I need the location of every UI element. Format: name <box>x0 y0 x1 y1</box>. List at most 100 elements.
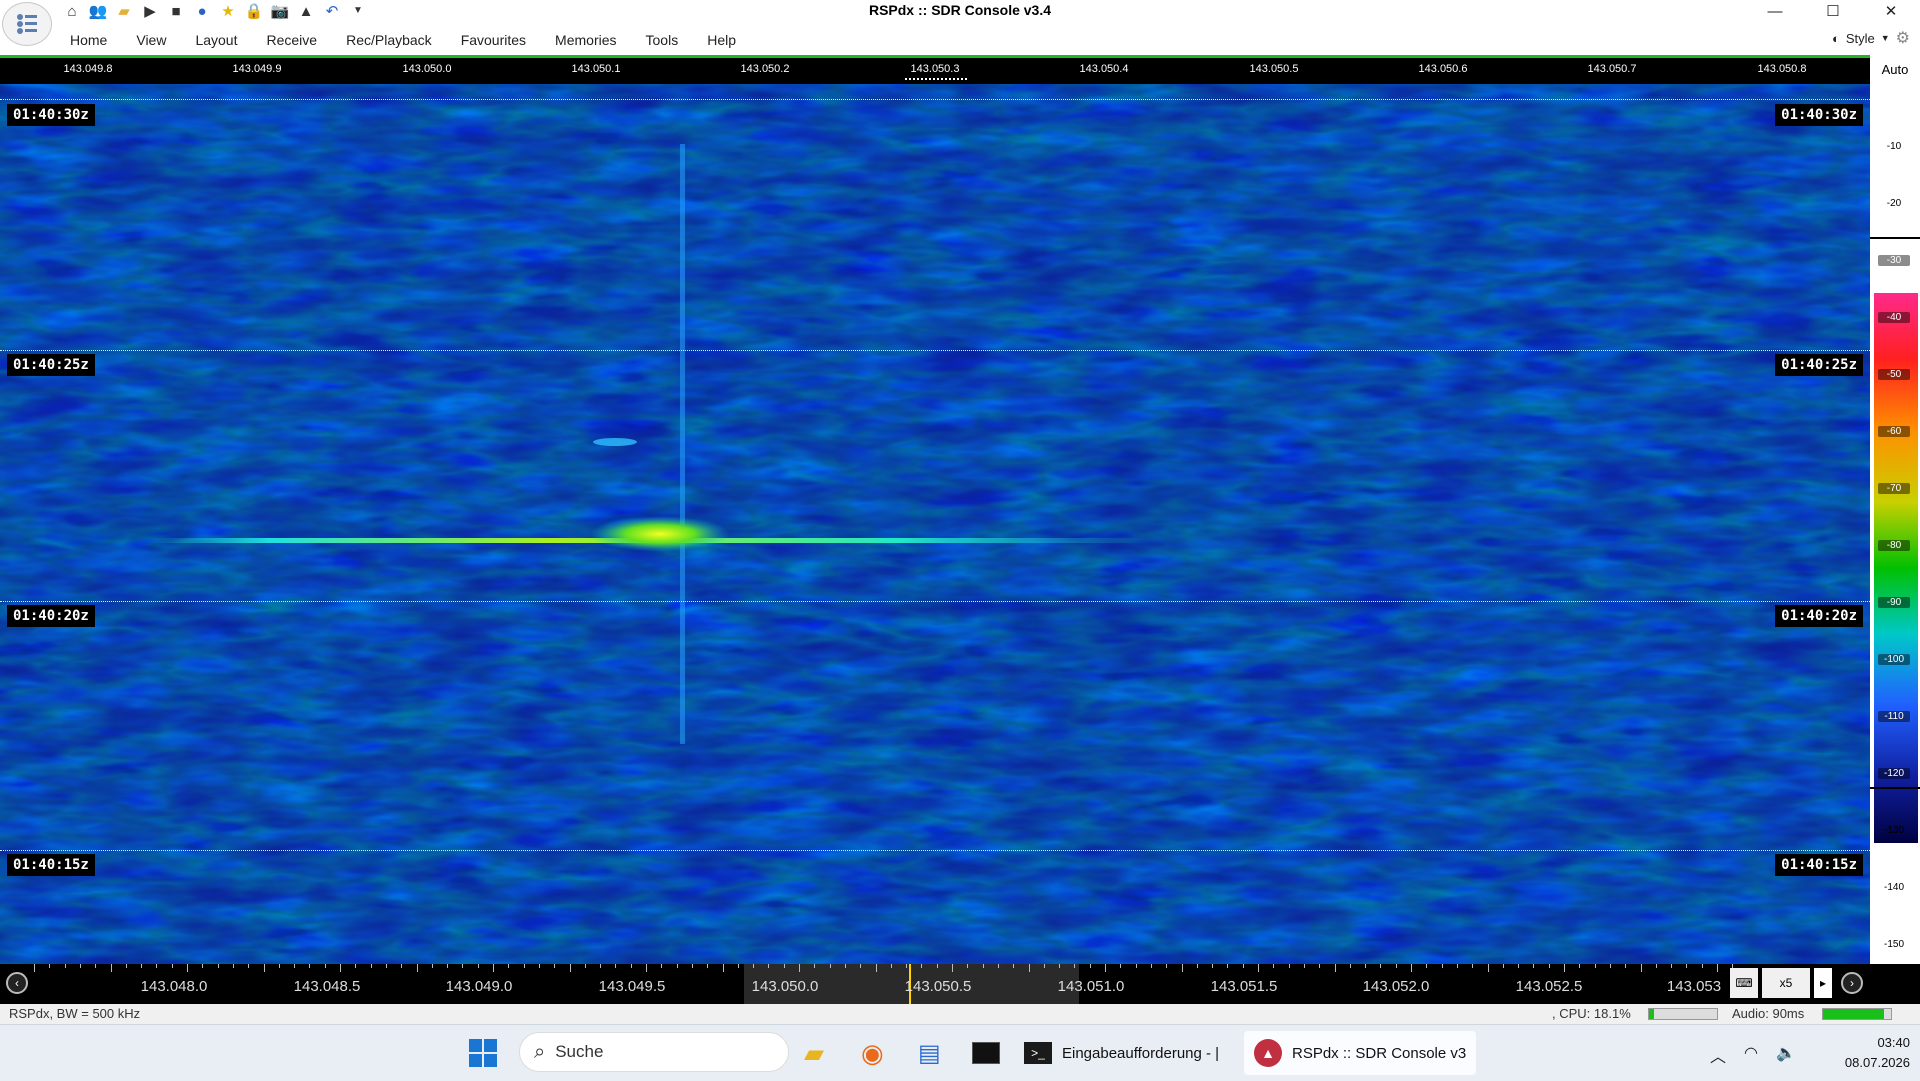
top-freq-tick: 143.050.8 <box>1757 63 1807 75</box>
application-menu-button[interactable] <box>2 2 52 46</box>
axis-tick <box>1487 964 1489 972</box>
axis-tick <box>477 964 479 968</box>
axis-tick <box>1166 964 1168 968</box>
taskbar-app-cmd[interactable]: >_ Eingabeaufforderung - | <box>1024 1031 1219 1075</box>
waterfall-spectrogram <box>0 84 1870 964</box>
axis-tick <box>952 964 953 972</box>
axis-tick <box>1074 964 1076 968</box>
db-label: -130 <box>1883 825 1904 836</box>
level-max-marker[interactable] <box>1870 237 1920 239</box>
axis-freq-label: 143.052.5 <box>1515 978 1583 995</box>
top-freq-tick: 143.050.6 <box>1418 63 1468 75</box>
axis-freq-label: 143.049.0 <box>445 978 513 995</box>
menu-memories[interactable]: Memories <box>555 32 616 48</box>
menu-receive[interactable]: Receive <box>267 32 318 48</box>
axis-tick <box>1564 964 1565 972</box>
axis-tick <box>1349 964 1351 968</box>
zoom-arrow-icon[interactable]: ▸ <box>1814 968 1832 998</box>
axis-tick <box>768 964 770 968</box>
minimize-icon[interactable]: — <box>1746 0 1804 22</box>
menu-view[interactable]: View <box>136 32 166 48</box>
axis-tick <box>630 964 632 968</box>
close-icon[interactable]: ✕ <box>1862 0 1920 22</box>
axis-tick <box>538 964 540 968</box>
menu-help[interactable]: Help <box>707 32 736 48</box>
frequency-axis-track[interactable]: 143.048.0 143.048.5 143.049.0 143.049.5 … <box>34 964 1734 1004</box>
scroll-left-icon[interactable]: ‹ <box>6 972 28 994</box>
axis-tick <box>462 964 464 968</box>
terminal-icon[interactable] <box>972 1032 1000 1074</box>
axis-tick <box>584 964 586 968</box>
db-label: -50 <box>1878 369 1910 380</box>
axis-freq-label: 143.052.0 <box>1362 978 1430 995</box>
level-min-marker[interactable] <box>1870 787 1920 789</box>
notepad-icon[interactable]: ▤ <box>918 1032 941 1074</box>
axis-tick <box>493 964 494 972</box>
chevron-up-icon[interactable]: ︿ <box>1710 1043 1726 1067</box>
zoom-selector[interactable]: x5 <box>1762 968 1810 998</box>
axis-tick <box>707 964 709 968</box>
wifi-icon[interactable]: ◠ <box>1744 1043 1758 1067</box>
cpu-meter-fill <box>1649 1009 1655 1019</box>
taskbar-search[interactable]: ⌕ Suche <box>519 1032 789 1072</box>
db-label: -40 <box>1878 312 1910 323</box>
axis-tick <box>1701 964 1703 968</box>
axis-tick <box>187 964 188 972</box>
taskbar-clock[interactable]: 03:40 08.07.2026 <box>1820 1033 1910 1073</box>
menu-favourites[interactable]: Favourites <box>461 32 526 48</box>
gear-icon[interactable]: ⚙ <box>1896 28 1910 48</box>
maximize-icon[interactable]: ☐ <box>1804 0 1862 22</box>
axis-tick <box>309 964 311 968</box>
waterfall-display[interactable]: 01:40:30z 01:40:30z 01:40:25z 01:40:25z … <box>0 84 1870 964</box>
taskbar-app-sdr-console[interactable]: ▲ RSPdx :: SDR Console v3 <box>1244 1031 1477 1075</box>
db-label: -100 <box>1878 654 1910 665</box>
axis-tick <box>156 964 158 968</box>
axis-tick <box>860 964 862 968</box>
axis-freq-label: 143.051.5 <box>1210 978 1278 995</box>
menu-home[interactable]: Home <box>70 32 107 48</box>
timestamp-right: 01:40:15z <box>1775 854 1863 876</box>
axis-tick <box>1028 964 1030 972</box>
axis-tick <box>523 964 525 968</box>
menu-layout[interactable]: Layout <box>195 32 237 48</box>
firefox-icon[interactable]: ◉ <box>861 1032 884 1074</box>
taskbar-app-label: Eingabeaufforderung - | <box>1062 1044 1220 1062</box>
axis-tick <box>401 964 403 968</box>
axis-tick <box>1135 964 1137 968</box>
axis-tick <box>1426 964 1428 968</box>
axis-tick <box>1518 964 1520 968</box>
time-gridline <box>0 99 1870 100</box>
auto-button[interactable]: Auto <box>1870 62 1920 77</box>
axis-tick <box>676 964 678 968</box>
status-bar: RSPdx, BW = 500 kHz , CPU: 18.1% Audio: … <box>0 1004 1920 1024</box>
menu-tools[interactable]: Tools <box>646 32 679 48</box>
axis-tick <box>416 964 418 972</box>
axis-tick <box>1258 964 1259 972</box>
menu-rec-playback[interactable]: Rec/Playback <box>346 32 432 48</box>
axis-tick <box>1365 964 1367 968</box>
timestamp-left: 01:40:30z <box>7 104 95 126</box>
axis-tick <box>217 964 219 968</box>
axis-tick <box>1686 964 1688 968</box>
axis-tick <box>1717 964 1718 972</box>
start-button[interactable] <box>468 1032 498 1074</box>
volume-icon[interactable]: 🔈 <box>1776 1043 1796 1067</box>
window-title: RSPdx :: SDR Console v3.4 <box>868 2 1052 18</box>
scroll-right-icon[interactable]: › <box>1841 972 1863 994</box>
timestamp-left: 01:40:20z <box>7 605 95 627</box>
keyboard-icon[interactable]: ⌨ <box>1730 968 1758 998</box>
clock-time: 03:40 <box>1877 1035 1910 1050</box>
top-freq-tick: 143.050.3 <box>910 63 960 75</box>
window-controls: — ☐ ✕ <box>1746 0 1920 22</box>
top-frequency-scale[interactable]: 143.049.8 143.049.9 143.050.0 143.050.1 … <box>0 58 1870 84</box>
device-bandwidth-status: RSPdx, BW = 500 kHz <box>9 1006 141 1021</box>
style-selector[interactable]: ◐ Style ▼ ⚙ <box>1832 28 1910 48</box>
file-explorer-icon[interactable]: ▰ <box>804 1032 824 1074</box>
axis-tick <box>447 964 449 968</box>
axis-tick <box>982 964 984 968</box>
axis-tick <box>1625 964 1627 968</box>
axis-tick <box>1671 964 1673 968</box>
axis-tick <box>1533 964 1535 968</box>
windows-taskbar: ⌕ Suche ▰ ◉ ▤ >_ Eingabeaufforderung - |… <box>0 1024 1920 1081</box>
axis-tick <box>844 964 846 968</box>
